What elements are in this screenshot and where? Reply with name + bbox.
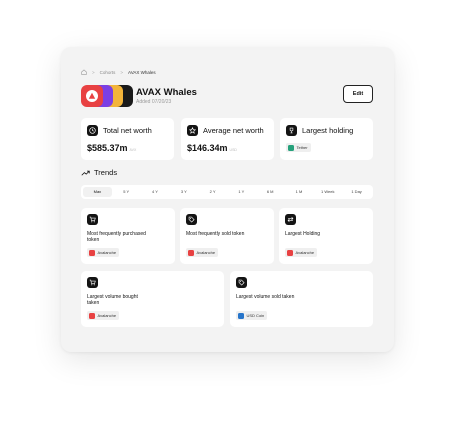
time-range-tabs: Max 5 Y 4 Y 3 Y 2 Y 1 Y 6 M 1 M 1 Week 1… <box>81 185 373 199</box>
stat-unit: AVX <box>129 148 137 152</box>
trend-card-label: Most frequently purchased token <box>87 231 146 243</box>
tab-1m[interactable]: 1 M <box>285 187 314 197</box>
tab-1-day[interactable]: 1 Day <box>342 187 371 197</box>
token-badge-label: Avalanche <box>196 250 216 255</box>
trend-card-label: Largest Holding <box>285 231 321 237</box>
tab-4y[interactable]: 4 Y <box>141 187 170 197</box>
trend-card-label: Most frequently sold token <box>186 231 245 237</box>
tab-3y[interactable]: 3 Y <box>169 187 198 197</box>
tether-icon <box>287 144 294 151</box>
token-badge: Tether <box>286 143 311 152</box>
edit-button[interactable]: Edit <box>343 85 373 103</box>
cart-icon <box>87 214 98 225</box>
trend-card-largest-holding: Largest Holding Avalanche <box>279 208 373 264</box>
stat-value: $585.37m <box>87 143 128 153</box>
breadcrumb-separator: > <box>120 69 124 75</box>
cohort-panel: > Cohorts > AVAX Whales AVAX Whales Adde… <box>61 47 394 352</box>
stat-unit: USD <box>229 148 237 152</box>
stat-card-average-net-worth: Average net worth $146.34m USD <box>181 118 274 160</box>
trend-card-largest-volume-bought: Largest volume bought taken Avalanche <box>81 271 224 327</box>
clock-icon <box>87 125 98 136</box>
cohort-logo-stack <box>81 85 133 107</box>
token-badge: Avalanche <box>186 248 219 257</box>
token-badge-label: Avalanche <box>295 250 315 255</box>
trend-card-most-purchased: Most frequently purchased token Avalanch… <box>81 208 175 264</box>
tab-6m[interactable]: 6 M <box>256 187 285 197</box>
trend-card-label: Largest volume sold taken <box>236 294 295 300</box>
avalanche-icon <box>187 249 194 256</box>
stat-label: Average net worth <box>203 126 264 135</box>
trend-card-largest-volume-sold: Largest volume sold taken USD Coin <box>230 271 373 327</box>
page-subtitle: Added 07/20/23 <box>136 99 172 105</box>
breadcrumb: > Cohorts > AVAX Whales <box>81 69 156 75</box>
usd-coin-icon <box>237 312 244 319</box>
token-badge: USD Coin <box>236 311 268 320</box>
token-badge-label: USD Coin <box>246 313 265 318</box>
cart-icon <box>87 277 98 288</box>
token-badge: Avalanche <box>87 248 120 257</box>
trend-card-most-sold: Most frequently sold token Avalanche <box>180 208 274 264</box>
avalanche-icon <box>88 312 95 319</box>
trend-card-label: Largest volume bought taken <box>87 294 138 306</box>
token-badge: Avalanche <box>285 248 318 257</box>
swap-icon <box>285 214 296 225</box>
token-badge: Avalanche <box>87 311 120 320</box>
breadcrumb-separator: > <box>92 69 95 75</box>
breadcrumb-item-current: AVAX Whales <box>128 69 156 75</box>
token-badge-label: Avalanche <box>97 250 117 255</box>
token-badge-label: Avalanche <box>97 313 117 318</box>
tab-max[interactable]: Max <box>83 187 112 197</box>
star-icon <box>187 125 198 136</box>
tab-2y[interactable]: 2 Y <box>198 187 227 197</box>
avalanche-logo-icon <box>81 85 103 107</box>
breadcrumb-item-cohorts[interactable]: Cohorts <box>100 70 116 75</box>
token-badge-label: Tether <box>296 145 308 150</box>
stat-value: $146.34m <box>187 143 228 153</box>
avalanche-icon <box>286 249 293 256</box>
stat-label: Largest holding <box>302 126 354 135</box>
tab-1y[interactable]: 1 Y <box>227 187 256 197</box>
stat-card-largest-holding: Largest holding Tether <box>280 118 373 160</box>
trends-heading: Trends <box>81 168 117 177</box>
stat-card-total-net-worth: Total net worth $585.37m AVX <box>81 118 174 160</box>
trophy-icon <box>286 125 297 136</box>
trend-up-icon <box>81 170 90 176</box>
tag-icon <box>236 277 247 288</box>
home-icon[interactable] <box>81 69 87 75</box>
tab-1-week[interactable]: 1 Week <box>313 187 342 197</box>
trends-label: Trends <box>94 168 118 177</box>
avalanche-icon <box>88 249 95 256</box>
tab-5y[interactable]: 5 Y <box>112 187 141 197</box>
page-title: AVAX Whales <box>136 87 197 98</box>
stat-label: Total net worth <box>103 126 152 135</box>
tag-icon <box>186 214 197 225</box>
